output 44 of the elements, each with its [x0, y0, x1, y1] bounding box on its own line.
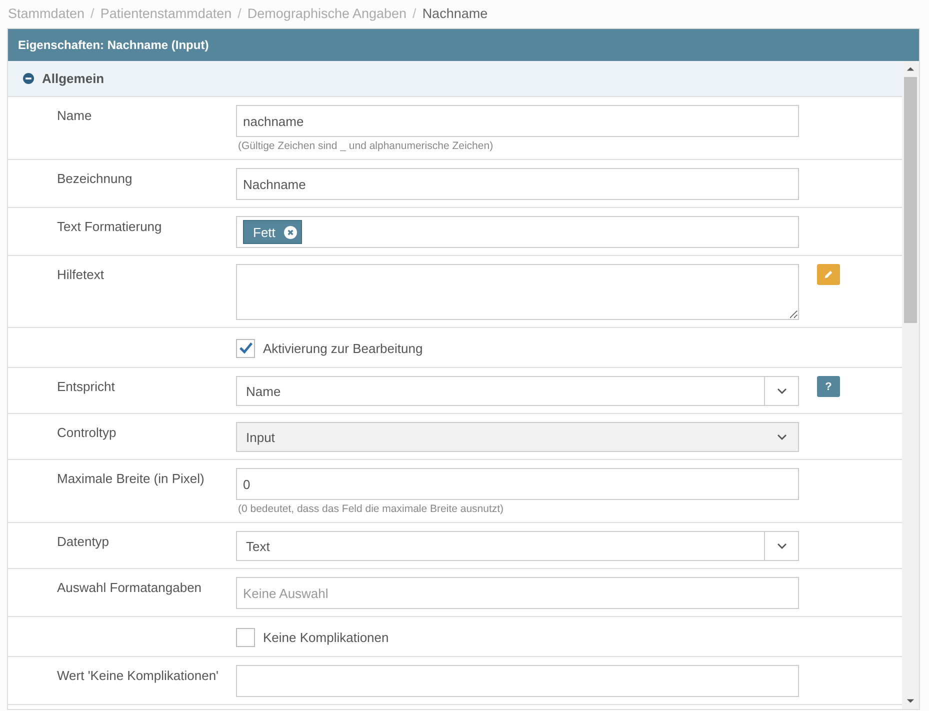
chevron-down-icon	[776, 388, 786, 394]
input-field[interactable]: Keine Auswahl	[236, 577, 799, 609]
field-label: Datentyp	[57, 534, 110, 549]
section-header[interactable]: Allgemein	[8, 61, 902, 97]
tag-field[interactable]: Fett	[236, 216, 799, 248]
pencil-icon	[823, 269, 834, 280]
section-title: Allgemein	[42, 71, 104, 86]
field-label: Name	[57, 108, 92, 123]
input-field[interactable]	[236, 665, 799, 697]
tag-label: Fett	[253, 224, 276, 240]
field-label: Wert 'Keine Komplikationen'	[57, 668, 219, 683]
checkbox[interactable]	[236, 338, 255, 358]
scrollbar[interactable]	[902, 61, 919, 709]
text-area[interactable]	[236, 264, 799, 320]
help-text: (Gültige Zeichen sind _ und alphanumerische Zeichen)	[237, 140, 494, 152]
scroll-down-icon[interactable]	[906, 698, 915, 704]
field-label: Text Formatierung	[57, 219, 162, 234]
help-button[interactable]: ?	[817, 376, 840, 397]
dropdown[interactable]: Name	[236, 376, 799, 406]
checkbox-label: Keine Komplikationen	[263, 630, 389, 644]
field-label: Entspricht	[57, 379, 115, 394]
input-field[interactable]: Nachname	[236, 168, 799, 200]
field-label: Hilfetext	[57, 267, 104, 282]
breadcrumb-item: Nachname	[422, 6, 488, 20]
dropdown[interactable]: Text	[236, 531, 799, 561]
checkbox[interactable]	[236, 628, 255, 646]
panel-title: Eigenschaften: Nachname (Input)	[18, 38, 209, 52]
tag[interactable]: Fett	[243, 220, 302, 244]
input-field[interactable]: nachname	[236, 105, 799, 137]
breadcrumb-separator: /	[238, 6, 242, 20]
remove-icon[interactable]	[284, 226, 298, 238]
field-label: Auswahl Formatangaben	[57, 580, 202, 595]
field-label: Controltyp	[57, 425, 116, 440]
field-label: Bezeichnung	[57, 171, 132, 186]
checkbox-label: Aktivierung zur Bearbeitung	[263, 340, 423, 356]
breadcrumb-separator: /	[90, 6, 94, 20]
chevron-down-icon	[776, 543, 786, 549]
chevron-down-icon	[776, 434, 786, 440]
scroll-up-icon[interactable]	[906, 66, 915, 72]
breadcrumb-separator: /	[412, 6, 416, 20]
input-field[interactable]: 0	[236, 468, 799, 500]
help-text: (0 bedeutet, dass das Feld die maximale Breite ausnutzt)	[237, 503, 505, 515]
field-label: Maximale Breite (in Pixel)	[57, 471, 204, 486]
edit-button[interactable]	[817, 264, 840, 285]
